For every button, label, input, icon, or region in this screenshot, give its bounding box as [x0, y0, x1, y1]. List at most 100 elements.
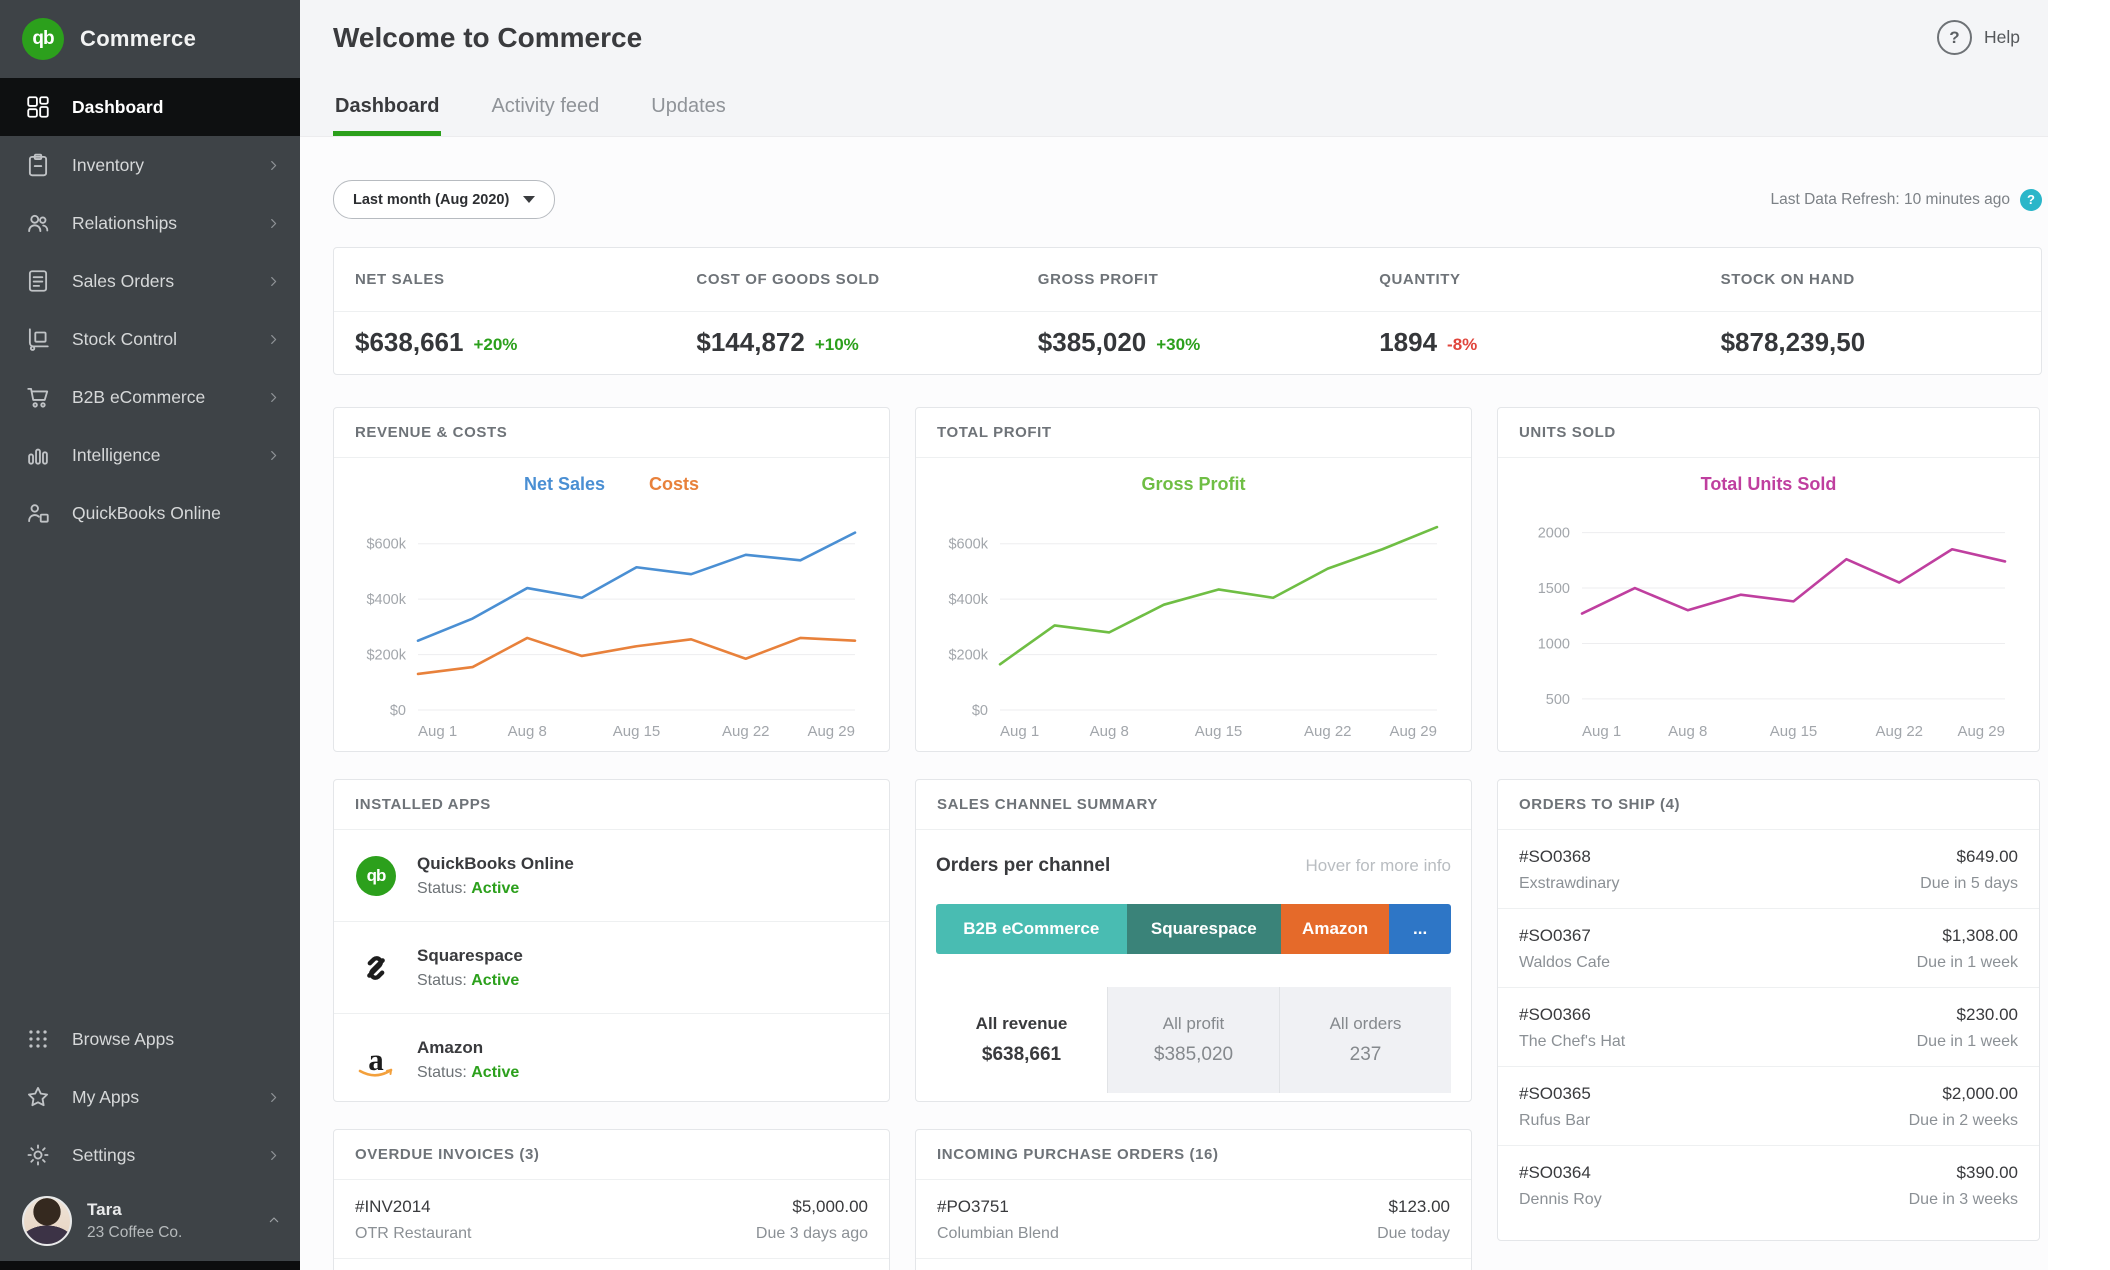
quickbooks-logo-wrap: qb [355, 855, 397, 897]
incoming-pos-title: INCOMING PURCHASE ORDERS (16) [916, 1130, 1471, 1180]
row-name: Waldos Cafe [1519, 954, 1610, 972]
svg-text:1500: 1500 [1538, 581, 1570, 597]
svg-text:Aug 15: Aug 15 [1195, 723, 1243, 740]
app-row[interactable]: qbQuickBooks OnlineStatus: Active [334, 830, 889, 921]
overdue-invoice-row[interactable]: #INV2014OTR Restaurant$5,000.00Due 3 day… [334, 1180, 889, 1258]
svg-text:Aug 29: Aug 29 [1957, 723, 2005, 740]
refresh-help-icon[interactable]: ? [2020, 189, 2042, 211]
channel-segment--[interactable]: ... [1389, 904, 1451, 954]
kpi-label: STOCK ON HAND [1721, 271, 1855, 288]
channel-segment-b2b-ecommerce[interactable]: B2B eCommerce [936, 904, 1127, 954]
row-amount: $123.00 [1377, 1197, 1450, 1217]
sidebar-item-sales-orders[interactable]: Sales Orders [0, 252, 300, 310]
help-button[interactable]: ? Help [1937, 20, 2020, 55]
clipboard-icon [25, 152, 51, 178]
row-due: Due today [1377, 1225, 1450, 1243]
hand-truck-icon [25, 326, 51, 352]
kpi-summary-card: NET SALESCOST OF GOODS SOLDGROSS PROFITQ… [333, 247, 2042, 375]
tab-dashboard[interactable]: Dashboard [333, 95, 441, 136]
svg-text:$200k: $200k [948, 648, 988, 664]
channel-segment-amazon[interactable]: Amazon [1281, 904, 1389, 954]
status-value: Active [471, 1064, 519, 1081]
kpi-value-cell: $878,239,50 [1700, 312, 2041, 375]
channel-segment-squarespace[interactable]: Squarespace [1127, 904, 1282, 954]
order-to-ship-row[interactable]: #SO0365 Rufus Bar $2,000.00Due in 2 weeks [1498, 1066, 2039, 1145]
kpi-value-cell: $144,872+10% [675, 312, 1016, 375]
user-menu[interactable]: Tara 23 Coffee Co. [0, 1184, 300, 1266]
sidebar-item-b2b-ecommerce[interactable]: B2B eCommerce [0, 368, 300, 426]
apps-grid-icon [25, 1026, 51, 1052]
sidebar-item-label: B2B eCommerce [72, 387, 205, 408]
kpi-label: QUANTITY [1379, 271, 1460, 288]
order-to-ship-row[interactable]: #SO0368Exstrawdinary$649.00Due in 5 days [1498, 830, 2039, 908]
app-name: Squarespace [417, 946, 523, 966]
sidebar-item-dashboard[interactable]: Dashboard [0, 78, 300, 136]
legend-item: Costs [649, 474, 699, 500]
sidebar-item-settings[interactable]: Settings [0, 1126, 300, 1184]
sidebar-item-quickbooks-online[interactable]: QuickBooks Online [0, 484, 300, 542]
stat-value: $638,661 [982, 1044, 1061, 1066]
line-chart: $600k$400k$200k$0Aug 1Aug 8Aug 15Aug 22A… [936, 506, 1453, 744]
purchase-order-row[interactable]: #PO3751Columbian Blend$123.00Due today [916, 1180, 1471, 1258]
person-box-icon [25, 500, 51, 526]
row-amount: $649.00 [1920, 847, 2018, 867]
row-name: Rufus Bar [1519, 1112, 1591, 1130]
sidebar-item-inventory[interactable]: Inventory [0, 136, 300, 194]
order-to-ship-row[interactable]: #SO0366The Chef's Hat$230.00Due in 1 wee… [1498, 987, 2039, 1066]
channel-stat-all-profit[interactable]: All profit$385,020 [1107, 987, 1279, 1093]
row-right: $2,000.00Due in 2 weeks [1909, 1084, 2018, 1130]
tab-activity-feed[interactable]: Activity feed [489, 95, 601, 136]
sidebar-item-label: QuickBooks Online [72, 503, 221, 524]
sidebar-item-label: Settings [72, 1145, 135, 1166]
row-right: $230.00Due in 1 week [1917, 1005, 2018, 1051]
tab-updates[interactable]: Updates [649, 95, 728, 136]
row-id: #SO0365 [1519, 1084, 1591, 1104]
app-row[interactable]: aAmazonStatus: Active [334, 1013, 889, 1105]
chart-cards-row: REVENUE & COSTSNet SalesCosts$600k$400k$… [333, 407, 2042, 752]
stat-value: $385,020 [1154, 1044, 1233, 1066]
series-gross-profit [1000, 527, 1437, 664]
stat-value: 237 [1350, 1044, 1382, 1066]
app-name: Amazon [417, 1038, 519, 1058]
hover-hint: Hover for more info [1306, 856, 1452, 876]
chevron-right-icon [265, 447, 282, 464]
channel-stat-all-orders[interactable]: All orders237 [1279, 987, 1451, 1093]
svg-text:Aug 15: Aug 15 [1770, 723, 1818, 740]
purchase-order-row[interactable]: #PO0367$1,308.00 [916, 1258, 1471, 1270]
refresh-text: Last Data Refresh: 10 minutes ago [1770, 191, 2010, 209]
row-id: #SO0366 [1519, 1005, 1625, 1025]
order-to-ship-row[interactable]: #SO0364Dennis Roy$390.00Due in 3 weeks [1498, 1145, 2039, 1224]
svg-text:Aug 1: Aug 1 [1582, 723, 1621, 740]
row-due: Due in 1 week [1917, 954, 2018, 972]
orders-to-ship-title: ORDERS TO SHIP (4) [1498, 780, 2039, 830]
squarespace-logo-wrap [355, 947, 397, 989]
shopping-cart-icon [25, 384, 51, 410]
period-filter-dropdown[interactable]: Last month (Aug 2020) [333, 180, 555, 219]
sidebar-item-stock-control[interactable]: Stock Control [0, 310, 300, 368]
sidebar-item-intelligence[interactable]: Intelligence [0, 426, 300, 484]
chart-card-revenue-costs: REVENUE & COSTSNet SalesCosts$600k$400k$… [333, 407, 890, 752]
app-row[interactable]: SquarespaceStatus: Active [334, 921, 889, 1013]
overdue-invoices-card: OVERDUE INVOICES (3) #INV2014OTR Restaur… [333, 1129, 890, 1270]
svg-text:$0: $0 [972, 703, 988, 719]
page-title: Welcome to Commerce [333, 22, 642, 54]
svg-text:Aug 1: Aug 1 [1000, 723, 1039, 740]
chart-card-title: UNITS SOLD [1498, 408, 2039, 458]
svg-text:$600k: $600k [948, 537, 988, 553]
overdue-invoice-row[interactable]: #INV2013$1,308.00 [334, 1258, 889, 1270]
row-left: #INV2014OTR Restaurant [355, 1197, 471, 1243]
people-icon [25, 210, 51, 236]
row-id: #INV2014 [355, 1197, 471, 1217]
channel-stat-all-revenue[interactable]: All revenue $638,661 [936, 987, 1107, 1093]
sidebar-item-browse-apps[interactable]: Browse Apps [0, 1010, 300, 1068]
order-to-ship-row[interactable]: #SO0367Waldos Cafe$1,308.00Due in 1 week [1498, 908, 2039, 987]
sidebar-item-my-apps[interactable]: My Apps [0, 1068, 300, 1126]
stat-label: All revenue [976, 1014, 1068, 1034]
main-area: Welcome to Commerce Dashboard Activity fe… [300, 0, 2048, 1270]
dashboard-grid-icon [25, 94, 51, 120]
star-icon [25, 1084, 51, 1110]
svg-text:Aug 22: Aug 22 [722, 723, 770, 740]
sidebar-item-relationships[interactable]: Relationships [0, 194, 300, 252]
row-amount: $390.00 [1909, 1163, 2018, 1183]
brand-logo[interactable]: qb Commerce [0, 0, 300, 78]
